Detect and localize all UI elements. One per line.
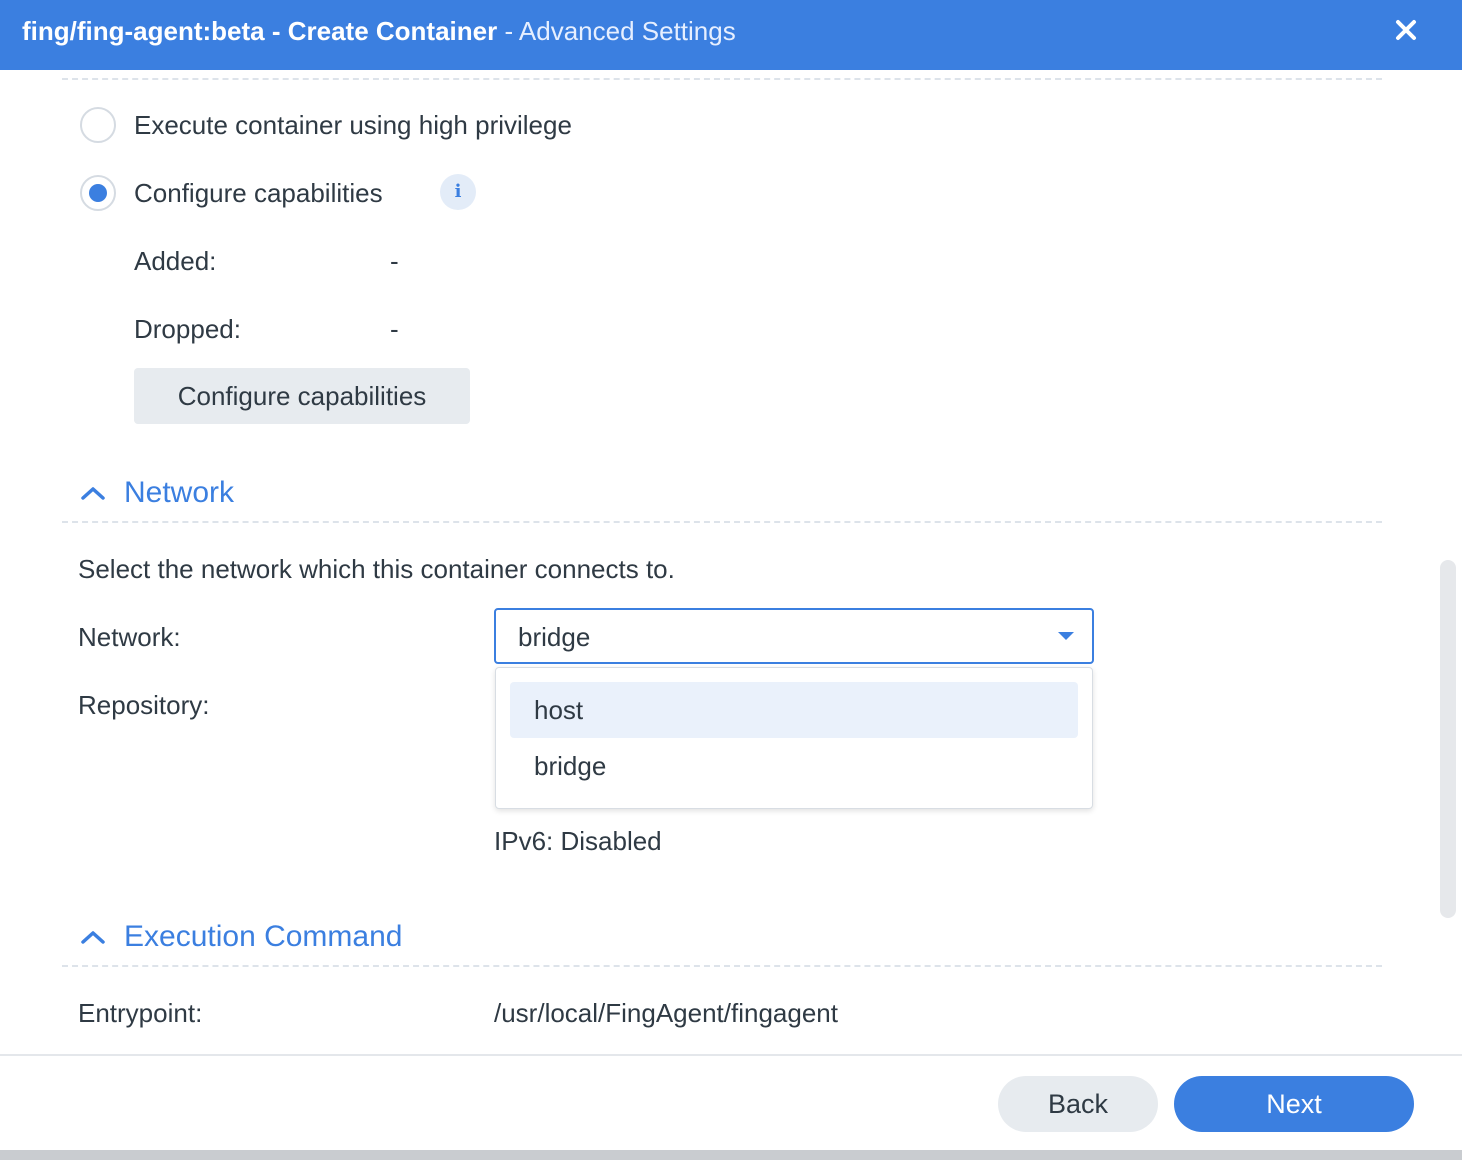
network-dropdown: host bridge: [495, 667, 1093, 809]
added-label: Added:: [134, 246, 217, 276]
dialog-footer: Back Next: [0, 1054, 1462, 1150]
divider: [62, 78, 1382, 80]
configure-capabilities-label: Configure capabilities: [134, 178, 383, 208]
high-privilege-label: Execute container using high privilege: [134, 110, 572, 140]
back-button[interactable]: Back: [998, 1076, 1158, 1132]
divider: [62, 965, 1382, 967]
section-network[interactable]: Network: [78, 475, 234, 511]
ipv6-status: IPv6: Disabled: [494, 826, 662, 856]
entrypoint-value: /usr/local/FingAgent/fingagent: [494, 998, 838, 1028]
close-icon[interactable]: [1390, 14, 1422, 46]
window-bottom-edge: [0, 1150, 1462, 1160]
configure-capabilities-button[interactable]: Configure capabilities: [134, 368, 470, 424]
dropped-value: -: [390, 314, 399, 344]
caret-down-icon: [1058, 632, 1074, 640]
dialog-titlebar: fing/fing-agent:beta - Create Container …: [0, 0, 1462, 70]
section-network-title: Network: [124, 476, 235, 509]
scrollbar[interactable]: [1440, 560, 1456, 918]
dropped-label: Dropped:: [134, 314, 241, 344]
next-button[interactable]: Next: [1174, 1076, 1414, 1132]
repository-label: Repository:: [78, 690, 210, 720]
dialog-title-suffix: - Advanced Settings: [497, 16, 736, 46]
dropdown-option-host[interactable]: host: [510, 682, 1078, 738]
dialog-title: fing/fing-agent:beta - Create Container …: [22, 15, 736, 47]
network-select[interactable]: bridge: [494, 608, 1094, 664]
network-select-value: bridge: [518, 622, 591, 652]
radio-configure-capabilities[interactable]: [80, 175, 116, 211]
section-execution-title: Execution Command: [124, 920, 403, 953]
info-icon[interactable]: i: [440, 174, 476, 210]
entrypoint-label: Entrypoint:: [78, 998, 203, 1028]
chevron-up-icon: [78, 919, 106, 955]
network-description: Select the network which this container …: [78, 554, 675, 584]
chevron-up-icon: [78, 475, 106, 511]
divider: [62, 521, 1382, 523]
network-label: Network:: [78, 622, 181, 652]
dropdown-option-bridge[interactable]: bridge: [510, 738, 1078, 794]
dialog-content: Execute container using high privilege C…: [0, 70, 1462, 1054]
dialog-title-main: fing/fing-agent:beta - Create Container: [22, 16, 498, 46]
section-execution-command[interactable]: Execution Command: [78, 919, 402, 955]
radio-high-privilege[interactable]: [80, 107, 116, 143]
added-value: -: [390, 246, 399, 276]
